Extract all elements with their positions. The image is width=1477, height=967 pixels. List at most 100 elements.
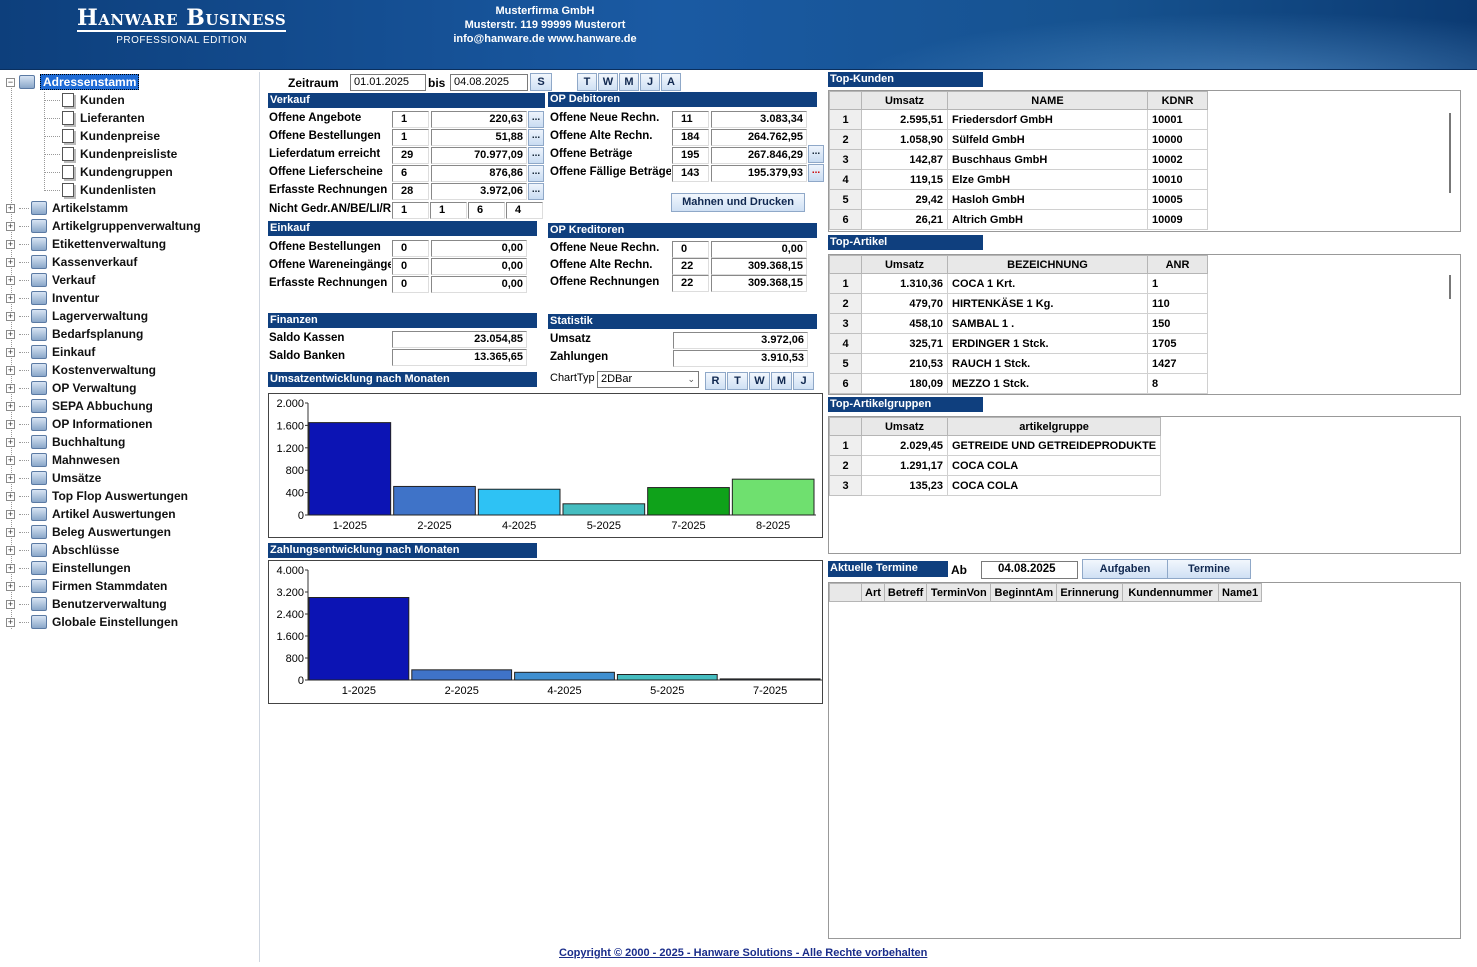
op-debitoren-details-button[interactable]: ... — [808, 145, 824, 163]
expand-icon[interactable]: + — [6, 275, 15, 285]
table-row[interactable]: 3 142,87 Buschhaus GmbH 10002 — [829, 149, 1208, 170]
verkauf-details-button-3[interactable]: ... — [528, 165, 544, 182]
quick-button-3[interactable]: J — [640, 73, 660, 91]
column-header-0[interactable]: Umsatz — [861, 91, 948, 110]
table-row[interactable]: 3 135,23 COCA COLA — [829, 475, 1162, 496]
aufgaben-button[interactable]: Aufgaben — [1082, 559, 1168, 579]
column-header-1[interactable]: NAME — [947, 91, 1148, 110]
tree-child-3[interactable]: Kundenpreisliste — [44, 145, 177, 163]
tree-item-1[interactable]: + Artikelgruppenverwaltung — [6, 217, 201, 235]
table-row[interactable]: 1 2.029,45 GETREIDE UND GETREIDEPRODUKTE — [829, 435, 1162, 456]
top-kunden-grid[interactable]: Umsatz NAME KDNR 1 2.595,51 Friedersdorf GmbH… — [828, 90, 1461, 232]
tree-child-4[interactable]: Kundengruppen — [44, 163, 173, 181]
table-row[interactable]: 1 1.310,36 COCA 1 Krt. 1 — [829, 273, 1208, 294]
expand-icon[interactable]: + — [6, 401, 15, 411]
chart-range-button-2[interactable]: W — [749, 372, 770, 390]
expand-icon[interactable]: + — [6, 491, 15, 501]
table-row[interactable]: 4 325,71 ERDINGER 1 Stck. 1705 — [829, 333, 1208, 354]
verkauf-details-button-4[interactable]: ... — [528, 183, 544, 200]
tree-item-21[interactable]: + Firmen Stammdaten — [6, 577, 167, 595]
tree-item-15[interactable]: + Umsätze — [6, 469, 101, 487]
collapse-icon[interactable]: − — [6, 77, 15, 87]
expand-icon[interactable]: + — [6, 473, 15, 483]
tree-item-0[interactable]: + Artikelstamm — [6, 199, 128, 217]
tree-item-4[interactable]: + Verkauf — [6, 271, 95, 289]
tree-item-14[interactable]: + Mahnwesen — [6, 451, 120, 469]
expand-icon[interactable]: + — [6, 455, 15, 465]
tree-item-22[interactable]: + Benutzerverwaltung — [6, 595, 167, 613]
tree-item-19[interactable]: + Abschlüsse — [6, 541, 119, 559]
expand-icon[interactable]: + — [6, 419, 15, 429]
tree-child-0[interactable]: Kunden — [44, 91, 125, 109]
expand-icon[interactable]: + — [6, 509, 15, 519]
table-row[interactable]: 3 458,10 SAMBAL 1 . 150 — [829, 313, 1208, 334]
quick-button-2[interactable]: M — [619, 73, 639, 91]
expand-icon[interactable]: + — [6, 347, 15, 357]
op-debitoren-faellig-button[interactable]: ... — [808, 164, 824, 182]
tree-item-11[interactable]: + SEPA Abbuchung — [6, 397, 153, 415]
period-to-input[interactable]: 04.08.2025 — [450, 74, 528, 91]
tree-item-20[interactable]: + Einstellungen — [6, 559, 131, 577]
tree-item-18[interactable]: + Beleg Auswertungen — [6, 523, 171, 541]
quick-button-0[interactable]: T — [577, 73, 597, 91]
expand-icon[interactable]: + — [6, 221, 15, 231]
table-row[interactable]: 4 119,15 Elze GmbH 10010 — [829, 169, 1208, 190]
column-header-1[interactable]: BEZEICHNUNG — [947, 255, 1148, 274]
tree-item-adressenstamm[interactable]: − Adressenstamm — [6, 73, 140, 91]
copyright-link[interactable]: Copyright © 2000 - 2025 - Hanware Soluti… — [559, 947, 927, 959]
chart-range-button-4[interactable]: J — [793, 372, 814, 390]
expand-icon[interactable]: + — [6, 437, 15, 447]
tree-item-2[interactable]: + Etikettenverwaltung — [6, 235, 166, 253]
table-row[interactable]: 2 1.058,90 Sülfeld GmbH 10000 — [829, 129, 1208, 150]
tree-child-1[interactable]: Lieferanten — [44, 109, 145, 127]
table-row[interactable]: 5 210,53 RAUCH 1 Stck. 1427 — [829, 353, 1208, 374]
top-artikelgruppen-grid[interactable]: Umsatz artikelgruppe 1 2.029,45 GETREIDE UND… — [828, 416, 1461, 554]
expand-icon[interactable]: + — [6, 293, 15, 303]
tree-item-7[interactable]: + Bedarfsplanung — [6, 325, 143, 343]
tree-item-8[interactable]: + Einkauf — [6, 343, 95, 361]
verkauf-details-button-1[interactable]: ... — [528, 129, 544, 146]
column-header-3[interactable]: BeginntAm — [990, 583, 1058, 602]
expand-icon[interactable]: + — [6, 581, 15, 591]
tree-item-9[interactable]: + Kostenverwaltung — [6, 361, 156, 379]
column-header-2[interactable]: TerminVon — [926, 583, 992, 602]
column-header-0[interactable]: Umsatz — [861, 417, 948, 436]
tree-item-5[interactable]: + Inventur — [6, 289, 99, 307]
tree-child-5[interactable]: Kundenlisten — [44, 181, 156, 199]
tree-child-2[interactable]: Kundenpreise — [44, 127, 160, 145]
tree-item-23[interactable]: + Globale Einstellungen — [6, 613, 178, 631]
tree-item-13[interactable]: + Buchhaltung — [6, 433, 125, 451]
table-row[interactable]: 2 1.291,17 COCA COLA — [829, 455, 1162, 476]
verkauf-details-button-0[interactable]: ... — [528, 111, 544, 128]
chart-range-button-0[interactable]: R — [705, 372, 726, 390]
column-header-0[interactable]: Umsatz — [861, 255, 948, 274]
column-header-1[interactable]: Betreff — [883, 583, 928, 602]
expand-icon[interactable]: + — [6, 527, 15, 537]
column-header-5[interactable]: Kundennummer — [1122, 583, 1220, 602]
expand-icon[interactable]: + — [6, 239, 15, 249]
table-row[interactable]: 6 180,09 MEZZO 1 Stck. 8 — [829, 373, 1208, 394]
tree-item-17[interactable]: + Artikel Auswertungen — [6, 505, 176, 523]
tree-item-12[interactable]: + OP Informationen — [6, 415, 152, 433]
period-from-input[interactable]: 01.01.2025 — [350, 74, 426, 91]
expand-icon[interactable]: + — [6, 311, 15, 321]
top-kunden-scrollbar[interactable] — [1449, 113, 1451, 193]
expand-icon[interactable]: + — [6, 257, 15, 267]
column-header-0[interactable]: Art — [861, 583, 885, 602]
table-row[interactable]: 2 479,70 HIRTENKÄSE 1 Kg. 110 — [829, 293, 1208, 314]
tree-item-10[interactable]: + OP Verwaltung — [6, 379, 136, 397]
expand-icon[interactable]: + — [6, 365, 15, 375]
expand-icon[interactable]: + — [6, 545, 15, 555]
tree-item-16[interactable]: + Top Flop Auswertungen — [6, 487, 188, 505]
mahnen-drucken-button[interactable]: Mahnen und Drucken — [671, 193, 805, 212]
expand-icon[interactable]: + — [6, 383, 15, 393]
top-artikel-grid[interactable]: Umsatz BEZEICHNUNG ANR 1 1.310,36 COCA 1 Krt.… — [828, 254, 1461, 395]
column-header-1[interactable]: artikelgruppe — [946, 417, 1162, 436]
charttyp-select[interactable]: 2DBar ⌄ — [597, 371, 699, 388]
column-header-4[interactable]: Erinnerung — [1056, 583, 1124, 602]
expand-icon[interactable]: + — [6, 599, 15, 609]
expand-icon[interactable]: + — [6, 563, 15, 573]
termine-button[interactable]: Termine — [1167, 559, 1251, 579]
top-artikel-scrollbar[interactable] — [1449, 275, 1451, 299]
verkauf-details-button-2[interactable]: ... — [528, 147, 544, 164]
